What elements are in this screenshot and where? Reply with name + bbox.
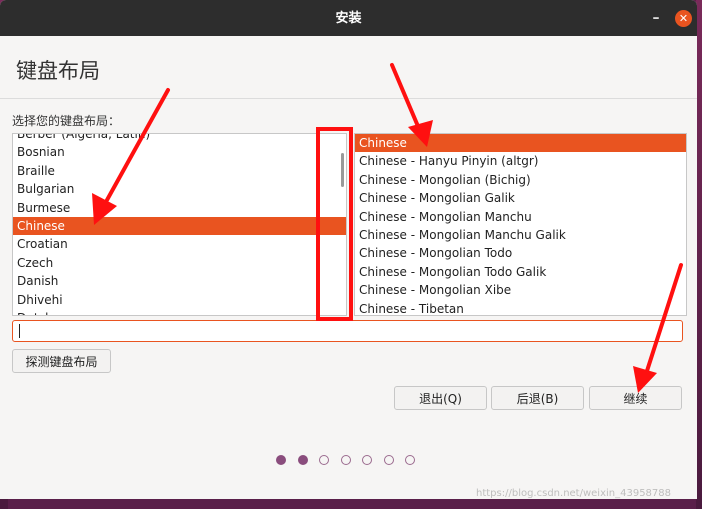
watermark-text: https://blog.csdn.net/weixin_43958788 — [476, 488, 672, 499]
arrow-to-chinese-left — [105, 88, 170, 202]
arrow-to-continue — [644, 263, 683, 376]
arrow-head-left — [92, 193, 117, 225]
arrow-to-chinese-right — [390, 63, 422, 133]
arrow-head-continue — [633, 366, 657, 393]
arrow-head-right — [408, 120, 433, 147]
annotation-arrows — [92, 63, 683, 393]
